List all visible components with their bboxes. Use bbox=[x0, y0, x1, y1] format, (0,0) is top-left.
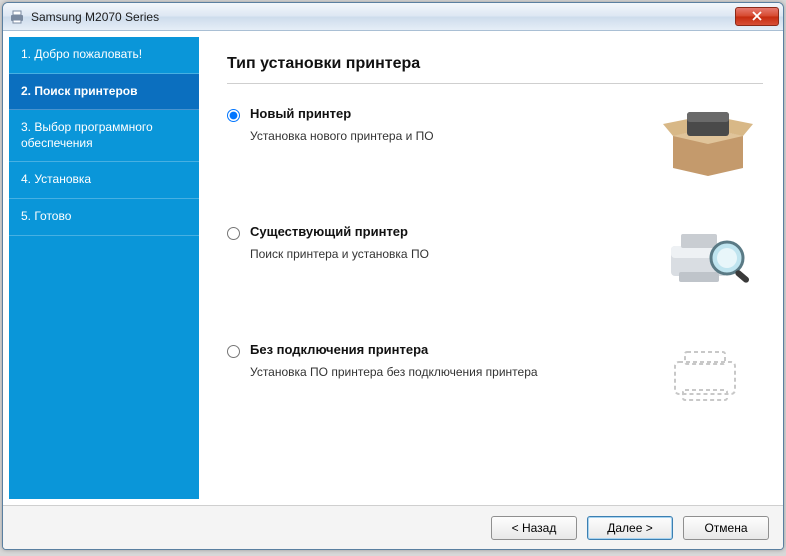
option-existing-printer[interactable]: Существующий принтер Поиск принтера и ус… bbox=[227, 224, 763, 294]
sidebar: 1. Добро пожаловать! 2. Поиск принтеров … bbox=[9, 37, 199, 499]
cancel-button[interactable]: Отмена bbox=[683, 516, 769, 540]
printer-icon bbox=[9, 9, 25, 25]
installer-window: Samsung M2070 Series 1. Добро пожаловать… bbox=[2, 2, 784, 550]
sidebar-step-2[interactable]: 2. Поиск принтеров bbox=[9, 74, 199, 111]
close-button[interactable] bbox=[735, 7, 779, 26]
option-title: Существующий принтер bbox=[250, 224, 643, 239]
option-desc: Установка ПО принтера без подключения пр… bbox=[250, 365, 643, 379]
footer: < Назад Далее > Отмена bbox=[3, 505, 783, 549]
next-label: Далее > bbox=[607, 521, 653, 535]
titlebar: Samsung M2070 Series bbox=[3, 3, 783, 31]
back-label: < Назад bbox=[512, 521, 557, 535]
radio-new-printer[interactable] bbox=[227, 109, 240, 122]
page-title: Тип установки принтера bbox=[227, 55, 763, 73]
main-panel: Тип установки принтера Новый принтер Уст… bbox=[199, 37, 777, 499]
sidebar-step-5[interactable]: 5. Готово bbox=[9, 199, 199, 236]
radio-existing-printer[interactable] bbox=[227, 227, 240, 240]
sidebar-step-label: 3. Выбор программного обеспечения bbox=[21, 120, 153, 150]
close-icon bbox=[752, 8, 762, 26]
sidebar-step-1[interactable]: 1. Добро пожаловать! bbox=[9, 37, 199, 74]
cancel-label: Отмена bbox=[704, 521, 747, 535]
option-no-connection[interactable]: Без подключения принтера Установка ПО пр… bbox=[227, 342, 763, 412]
option-title: Новый принтер bbox=[250, 106, 643, 121]
body: 1. Добро пожаловать! 2. Поиск принтеров … bbox=[3, 31, 783, 505]
radio-no-connection[interactable] bbox=[227, 345, 240, 358]
sidebar-step-label: 2. Поиск принтеров bbox=[21, 84, 137, 98]
window-title: Samsung M2070 Series bbox=[31, 10, 735, 24]
sidebar-step-label: 4. Установка bbox=[21, 172, 91, 186]
sidebar-step-3[interactable]: 3. Выбор программного обеспечения bbox=[9, 110, 199, 162]
printer-ghost-icon bbox=[653, 342, 763, 412]
next-button[interactable]: Далее > bbox=[587, 516, 673, 540]
back-button[interactable]: < Назад bbox=[491, 516, 577, 540]
sidebar-step-4[interactable]: 4. Установка bbox=[9, 162, 199, 199]
option-new-printer[interactable]: Новый принтер Установка нового принтера … bbox=[227, 106, 763, 176]
divider bbox=[227, 83, 763, 84]
printer-search-icon bbox=[653, 224, 763, 294]
option-desc: Установка нового принтера и ПО bbox=[250, 129, 643, 143]
sidebar-step-label: 5. Готово bbox=[21, 209, 71, 223]
option-title: Без подключения принтера bbox=[250, 342, 643, 357]
printer-box-icon bbox=[653, 106, 763, 176]
sidebar-step-label: 1. Добро пожаловать! bbox=[21, 47, 142, 61]
option-desc: Поиск принтера и установка ПО bbox=[250, 247, 643, 261]
